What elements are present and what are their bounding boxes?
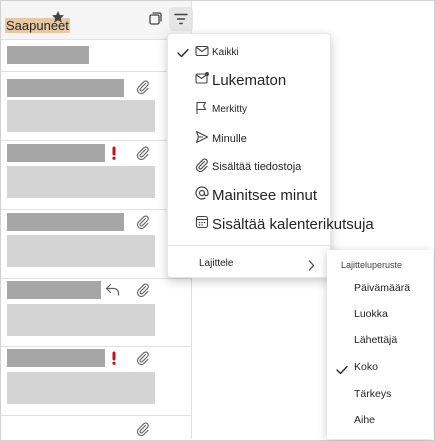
paperclip-icon [136,215,150,234]
message-row[interactable] [1,210,191,279]
filter-item-flagged[interactable]: Merkitty [168,96,330,122]
preview-placeholder [7,100,155,132]
filter-item-to-me[interactable]: Minulle [168,125,330,151]
sort-item-label: Aihe [354,414,376,426]
filter-icon [174,13,188,25]
sender-placeholder [7,213,124,231]
sort-item-importance[interactable]: Tärkeys [327,383,433,407]
preview-placeholder [7,372,155,404]
filter-item-label: Lukematon [212,72,287,89]
sort-item-label: Päivämäärä [354,282,411,294]
checkmark-icon [177,45,189,63]
sort-item-size[interactable]: Koko [327,356,433,380]
filter-menu: Kaikki Lukematon Merkitty Minulle Sisält… [167,33,374,278]
sort-submenu: Lajitteluperuste Päivämäärä Luokka Lähet… [327,250,433,439]
paperclip-icon [136,80,150,99]
filter-item-label: Sisältää tiedostoja [212,161,302,173]
message-row[interactable] [1,40,191,72]
select-mode-icon[interactable] [149,12,162,30]
message-list-header: Saapuneet [1,1,193,39]
calendar-icon [195,215,209,234]
message-row[interactable] [1,72,191,141]
filter-item-has-invites[interactable]: Sisältää kalenterikutsuja [168,211,374,239]
message-row[interactable] [1,279,191,347]
filter-item-label: Sisältää kalenterikutsuja [212,216,374,233]
message-row[interactable] [1,141,191,210]
filter-item-label: Minulle [212,133,247,145]
preview-placeholder [7,235,155,267]
important-icon [111,146,117,165]
sort-item-label: Luokka [354,308,388,320]
sender-placeholder [7,79,124,97]
sort-item-label: Koko [354,361,378,373]
sort-item-sender[interactable]: Lähettäjä [327,329,433,353]
paperclip-icon [195,158,209,177]
preview-placeholder [7,304,155,336]
message-row[interactable] [1,347,191,416]
sender-placeholder [7,349,105,367]
filter-item-has-files[interactable]: Sisältää tiedostoja [168,153,330,179]
paperclip-icon [136,146,150,165]
menu-divider [168,245,330,246]
message-list-pane: Saapuneet [1,1,193,439]
sort-item-label: Lähettäjä [354,334,398,346]
sort-label: Lajittele [199,258,234,269]
send-icon [195,130,209,149]
filter-item-label: Kaikki [212,47,239,58]
envelope-icon [195,44,209,62]
sort-item-subject[interactable]: Aihe [327,409,433,433]
paperclip-icon [136,351,150,370]
preview-placeholder [7,166,155,198]
sort-item-date[interactable]: Päivämäärä [327,277,433,301]
unread-envelope-icon [195,71,210,89]
checkmark-icon [336,362,348,380]
sort-item-category[interactable]: Luokka [327,303,433,327]
sender-placeholder [7,46,89,64]
sort-submenu-header: Lajitteluperuste [341,260,403,270]
important-icon [111,351,117,370]
sort-menu-item[interactable]: Lajittele [168,250,330,276]
at-sign-icon [195,186,209,205]
favorite-star-icon[interactable] [51,10,65,29]
filter-button[interactable] [169,7,193,31]
chevron-right-icon [308,258,315,276]
filter-item-all[interactable]: Kaikki [168,39,330,65]
paperclip-icon [136,283,150,302]
filter-item-label: Mainitsee minut [212,187,318,204]
sender-placeholder [7,281,101,299]
filter-item-unread[interactable]: Lukematon [168,67,330,95]
paperclip-icon [136,422,150,441]
sender-placeholder [7,144,105,162]
filter-item-label: Merkitty [212,104,247,115]
flag-icon [195,101,207,120]
sort-item-label: Tärkeys [354,388,392,400]
reply-icon [105,283,120,301]
filter-item-mentions-me[interactable]: Mainitsee minut [168,182,330,210]
message-row[interactable] [1,416,191,439]
